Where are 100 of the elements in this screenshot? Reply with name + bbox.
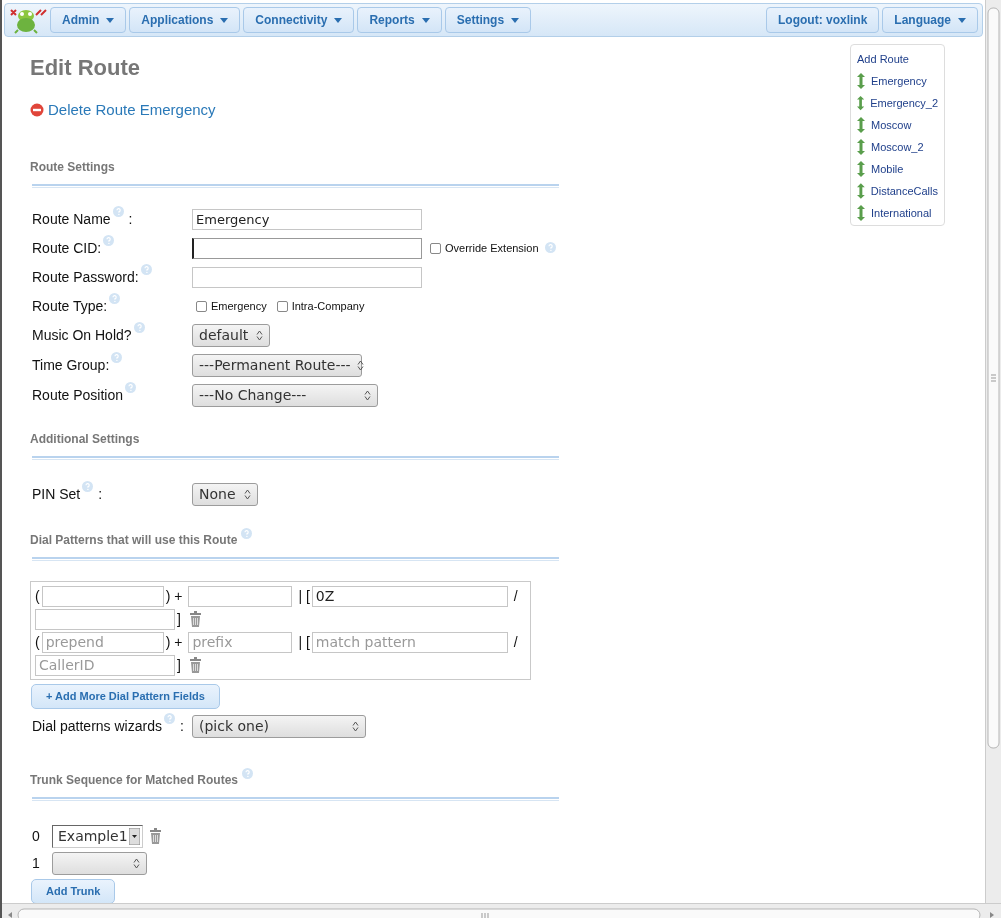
vertical-scrollbar[interactable] <box>985 0 1001 903</box>
bracket-text: ( <box>35 632 40 652</box>
select-field[interactable]: (pick one) <box>192 715 366 738</box>
separator-text: | [ <box>298 586 310 606</box>
checkbox-label: Intra-Company <box>291 299 365 315</box>
text-field[interactable]: 0Z <box>311 585 508 607</box>
text-field[interactable]: prefix <box>188 631 293 653</box>
route-link[interactable]: Emergency <box>871 72 927 90</box>
add-trunk-button[interactable]: Add Trunk <box>31 878 116 903</box>
checkbox[interactable] <box>430 243 441 254</box>
help-icon[interactable] <box>109 293 121 304</box>
delete-link[interactable]: Delete Route Emergency <box>30 99 570 122</box>
help-icon[interactable] <box>103 235 115 246</box>
spinner-icon <box>244 488 251 500</box>
section-heading: Dial Patterns that will use this Route <box>30 531 238 549</box>
menu-button[interactable]: Language <box>882 7 978 33</box>
menu-button[interactable]: Applications <box>129 7 241 33</box>
separator-text: ) + <box>165 632 183 652</box>
separator-text: / <box>513 632 518 652</box>
bracket-text: ( <box>35 586 40 606</box>
trash-icon[interactable] <box>149 828 162 844</box>
checkbox-label: Override Extension <box>445 241 539 257</box>
delete-icon <box>30 103 44 118</box>
menu-button[interactable]: Admin <box>50 7 127 33</box>
help-icon[interactable] <box>111 351 123 363</box>
up-down-arrow-icon <box>857 139 865 155</box>
up-down-arrow-icon <box>857 161 865 177</box>
trash-icon[interactable] <box>188 611 202 627</box>
trash-icon[interactable] <box>188 657 202 673</box>
select-field[interactable]: None <box>192 482 258 506</box>
help-icon[interactable] <box>112 206 124 217</box>
field-label: Dial patterns wizards <box>32 717 162 736</box>
row-number: 1 <box>32 853 41 873</box>
field-label: Route Position <box>32 385 124 405</box>
text-field[interactable]: prepend <box>41 631 164 653</box>
up-down-arrow-icon <box>857 117 865 133</box>
menu-button[interactable]: Settings <box>444 7 532 33</box>
text-field[interactable] <box>188 585 293 607</box>
help-icon[interactable] <box>125 381 137 393</box>
text-field[interactable] <box>41 585 164 607</box>
text-field[interactable]: Emergency <box>192 209 422 230</box>
bracket-text: ] <box>177 655 181 675</box>
bracket-text: ] <box>177 609 181 629</box>
text-field[interactable]: CallerID <box>35 654 175 676</box>
text-field[interactable] <box>35 608 175 630</box>
spinner-icon <box>256 329 263 341</box>
route-link[interactable]: Moscow_2 <box>871 138 924 156</box>
spinner-icon <box>133 857 140 869</box>
separator-text: / <box>513 586 518 606</box>
text-field[interactable] <box>192 238 422 259</box>
dropdown-arrow-icon <box>129 827 140 845</box>
help-icon[interactable] <box>242 767 254 779</box>
colon-text: : <box>179 717 184 736</box>
select-field[interactable]: ---Permanent Route--- <box>192 353 362 377</box>
route-link[interactable]: Moscow <box>871 116 912 134</box>
select-field[interactable]: default <box>192 323 270 347</box>
add-route-link[interactable]: Add Route <box>857 48 938 70</box>
route-link[interactable]: Emergency_2 <box>870 94 938 112</box>
field-label: PIN Set <box>32 484 81 504</box>
checkbox-label: Emergency <box>211 299 267 315</box>
add-pattern-button[interactable]: + Add More Dial Pattern Fields <box>31 683 220 709</box>
up-down-arrow-icon <box>857 205 865 221</box>
menu-button[interactable]: Reports <box>357 7 442 33</box>
up-down-arrow-icon <box>857 95 865 111</box>
select-field[interactable]: ---No Change--- <box>192 383 378 407</box>
up-down-arrow-icon <box>857 183 865 199</box>
spinner-icon <box>356 359 364 371</box>
text-field[interactable] <box>192 267 422 288</box>
field-label: Music On Hold? <box>32 325 132 345</box>
text-field[interactable]: match pattern <box>311 631 508 653</box>
help-icon[interactable] <box>133 321 145 333</box>
horizontal-scrollbar[interactable] <box>2 903 1001 918</box>
separator-text: | [ <box>298 632 310 652</box>
route-link[interactable]: Mobile <box>871 160 904 178</box>
help-icon[interactable] <box>163 713 175 724</box>
colon-text: : <box>128 210 133 229</box>
checkbox[interactable] <box>196 301 207 312</box>
separator-text: ) + <box>165 586 183 606</box>
field-label: Route Type: <box>32 297 108 316</box>
help-icon[interactable] <box>241 527 253 539</box>
checkbox[interactable] <box>276 301 288 312</box>
select-field[interactable]: Example1 <box>52 824 143 848</box>
field-label: Route Name <box>32 210 111 229</box>
up-down-arrow-icon <box>857 73 865 89</box>
row-number: 0 <box>32 826 41 846</box>
route-link[interactable]: International <box>871 204 932 222</box>
help-icon[interactable] <box>544 241 556 253</box>
route-link[interactable]: DistanceCalls <box>870 182 938 200</box>
menu-button[interactable]: Connectivity <box>243 7 355 33</box>
help-icon[interactable] <box>82 480 94 492</box>
section-heading: Additional Settings <box>30 430 140 448</box>
section-heading: Trunk Sequence for Matched Routes <box>30 771 239 789</box>
frog-logo[interactable] <box>9 6 47 34</box>
section-heading: Route Settings <box>30 158 115 176</box>
colon-text: : <box>98 484 103 504</box>
help-icon[interactable] <box>140 264 152 275</box>
page-title: Edit Route <box>30 55 141 81</box>
select-field[interactable] <box>52 851 147 875</box>
menu-button[interactable]: Logout: voxlink <box>766 7 880 33</box>
spinner-icon <box>364 389 371 401</box>
